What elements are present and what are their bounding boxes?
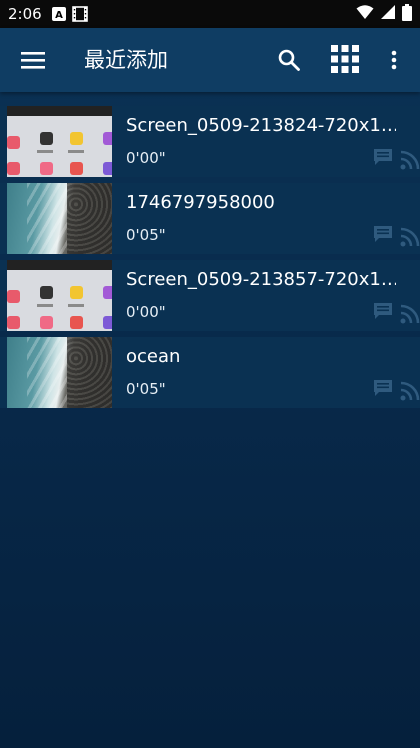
video-list: Screen_0509-213824-720x1… 0'00" 17467979… bbox=[0, 106, 420, 414]
comment-icon[interactable] bbox=[373, 148, 393, 166]
app-bar: 最近添加 bbox=[0, 28, 420, 92]
video-name: Screen_0509-213857-720x1… bbox=[126, 269, 396, 290]
film-notification-icon bbox=[71, 6, 88, 22]
rss-feed-icon[interactable] bbox=[400, 227, 420, 247]
comment-icon[interactable] bbox=[373, 302, 393, 320]
svg-text:A: A bbox=[55, 10, 63, 21]
menu-button[interactable] bbox=[18, 46, 48, 74]
rss-feed-icon[interactable] bbox=[400, 304, 420, 324]
grid-view-button[interactable] bbox=[330, 44, 360, 74]
rss-feed-icon[interactable] bbox=[400, 150, 420, 170]
video-name: 1746797958000 bbox=[126, 192, 275, 213]
comment-icon[interactable] bbox=[373, 225, 393, 243]
status-bar: 2:06 A bbox=[0, 0, 420, 28]
a-notification-icon: A bbox=[51, 7, 66, 21]
comment-icon[interactable] bbox=[373, 379, 393, 397]
more-options-button[interactable] bbox=[384, 46, 404, 74]
search-button[interactable] bbox=[275, 46, 303, 74]
search-icon bbox=[278, 49, 300, 71]
video-thumbnail bbox=[7, 260, 112, 331]
video-duration: 0'00" bbox=[126, 149, 166, 167]
more-vert-icon bbox=[391, 50, 397, 70]
rss-feed-icon[interactable] bbox=[400, 381, 420, 401]
video-duration: 0'05" bbox=[126, 380, 166, 398]
video-list-item[interactable]: Screen_0509-213824-720x1… 0'00" bbox=[0, 106, 420, 177]
video-name: ocean bbox=[126, 346, 181, 367]
video-duration: 0'00" bbox=[126, 303, 166, 321]
video-thumbnail bbox=[7, 106, 112, 177]
grid-view-icon bbox=[331, 45, 359, 73]
video-list-item[interactable]: Screen_0509-213857-720x1… 0'00" bbox=[0, 260, 420, 331]
video-name: Screen_0509-213824-720x1… bbox=[126, 115, 396, 136]
page-title: 最近添加 bbox=[84, 48, 168, 72]
video-thumbnail bbox=[7, 183, 112, 254]
wifi-icon bbox=[356, 4, 374, 24]
cellular-signal-icon bbox=[380, 4, 396, 24]
video-list-item[interactable]: 1746797958000 0'05" bbox=[0, 183, 420, 254]
status-time: 2:06 bbox=[8, 5, 42, 23]
video-list-item[interactable]: ocean 0'05" bbox=[0, 337, 420, 408]
video-duration: 0'05" bbox=[126, 226, 166, 244]
menu-icon bbox=[21, 52, 45, 69]
video-thumbnail bbox=[7, 337, 112, 408]
battery-icon bbox=[402, 3, 412, 25]
